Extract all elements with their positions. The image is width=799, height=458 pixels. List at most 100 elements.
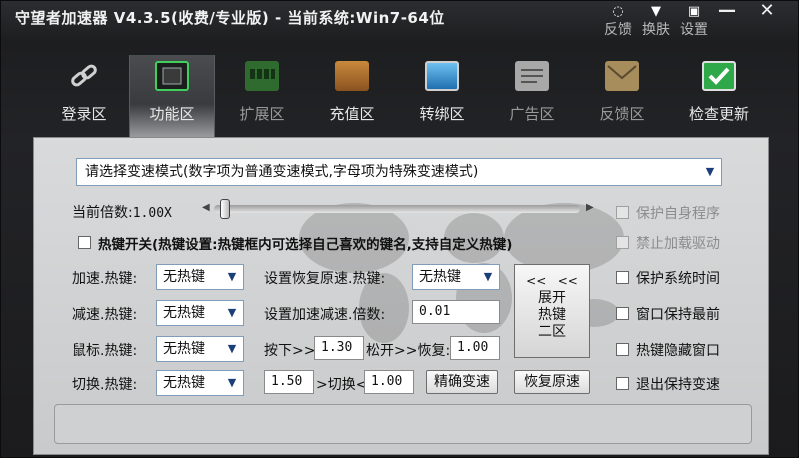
- release-input[interactable]: 1.00: [450, 336, 500, 360]
- memory-icon: [245, 61, 279, 91]
- nav-item-rebind[interactable]: 转绑区: [399, 55, 485, 137]
- expand-label-2: 热键: [538, 307, 566, 323]
- chevron-down-icon: ▼: [227, 376, 237, 389]
- nav-item-recharge[interactable]: 充值区: [309, 55, 395, 137]
- minimize-button[interactable]: —: [711, 1, 743, 23]
- multiplier-label: 当前倍数:1.00X: [72, 202, 172, 222]
- multiplier-value: 1.00X: [132, 206, 172, 221]
- monitor-icon: [425, 61, 459, 91]
- skin-button[interactable]: ▼ 换肤: [637, 3, 675, 41]
- speed-mode-value: 请选择变速模式(数字项为普通变速模式,字母项为特殊变速模式): [85, 164, 479, 180]
- protect-time-label: 保护系统时间: [636, 271, 720, 287]
- multiplier-slider-handle[interactable]: [220, 199, 230, 219]
- restore-hotkey-select[interactable]: 无热键 ▼: [412, 264, 500, 290]
- stay-on-top-label: 窗口保持最前: [636, 307, 720, 323]
- wallet-icon: [335, 61, 369, 91]
- nav-item-login[interactable]: 登录区: [41, 55, 127, 137]
- release-label: 松开>>恢复:: [366, 343, 451, 359]
- step-input[interactable]: 0.01: [412, 300, 500, 324]
- settings-label: 设置: [680, 22, 708, 38]
- window-title: 守望者加速器 V4.3.5(收费/专业版) - 当前系统:Win7-64位: [15, 9, 445, 27]
- link-icon: [67, 61, 101, 91]
- function-panel: 请选择变速模式(数字项为普通变速模式,字母项为特殊变速模式) ▼ 当前倍数:1.…: [33, 137, 769, 455]
- switch-mid-label: >切换<: [316, 377, 368, 393]
- press-input[interactable]: 1.30: [314, 336, 364, 360]
- chat-bubble-icon: ◌: [612, 4, 624, 19]
- step-label: 设置加速减速.倍数:: [264, 307, 386, 323]
- hotkey-switch-label: 热键开关(热键设置:热键框内可选择自己喜欢的键名,支持自定义热键): [98, 237, 513, 253]
- hotkey-mouse-select[interactable]: 无热键 ▼: [156, 336, 244, 362]
- nav-bar: 登录区 功能区 扩展区 充值区 转绑区 广告区 反馈区 检查更新: [41, 55, 781, 137]
- switch-from-input[interactable]: 1.50: [264, 370, 314, 394]
- hotkey-hide-checkbox[interactable]: [616, 343, 629, 356]
- multiplier-label-text: 当前倍数:: [72, 205, 133, 221]
- hotkey-accel-label: 加速.热键:: [72, 271, 138, 287]
- feedback-label: 反馈: [604, 22, 632, 38]
- feedback-button[interactable]: ◌ 反馈: [599, 3, 637, 41]
- stay-on-top-checkbox[interactable]: [616, 307, 629, 320]
- checkmark-icon: [702, 61, 736, 91]
- protect-time-checkbox[interactable]: [616, 271, 629, 284]
- chevron-down-icon: ▼: [483, 270, 493, 283]
- hotkey-mouse-label: 鼠标.热键:: [72, 343, 138, 359]
- multiplier-slider[interactable]: [214, 205, 580, 213]
- shirt-icon: ▼: [651, 4, 661, 19]
- nav-label: 检查更新: [688, 105, 749, 123]
- hotkey-mouse-value: 无热键: [163, 341, 205, 357]
- expand-label-1: 展开: [538, 290, 566, 306]
- hotkey-switch-checkbox[interactable]: [78, 236, 91, 249]
- keep-speed-on-exit-label: 退出保持变速: [636, 377, 720, 393]
- restore-hotkey-label: 设置恢复原速.热键:: [264, 271, 386, 287]
- nav-label: 扩展区: [239, 105, 285, 123]
- chevron-down-icon[interactable]: ▼: [703, 165, 717, 179]
- newspaper-icon: [515, 61, 549, 91]
- restore-speed-button[interactable]: 恢复原速: [514, 370, 590, 394]
- block-driver-checkbox[interactable]: [616, 236, 629, 249]
- chevron-down-icon: ▼: [227, 342, 237, 355]
- precise-speed-button[interactable]: 精确变速: [426, 370, 498, 394]
- slider-left-arrow[interactable]: ◀: [202, 202, 210, 213]
- hotkey-accel-value: 无热键: [163, 269, 205, 285]
- hotkey-decel-select[interactable]: 无热键 ▼: [156, 300, 244, 326]
- press-label: 按下>>: [264, 343, 316, 359]
- hotkey-switch-value: 无热键: [163, 375, 205, 391]
- restore-hotkey-value: 无热键: [419, 269, 461, 285]
- nav-item-ads[interactable]: 广告区: [489, 55, 575, 137]
- nav-label: 反馈区: [599, 105, 645, 123]
- hotkey-decel-value: 无热键: [163, 305, 205, 321]
- expand-hotkey-zone2-button[interactable]: << << 展开 热键 二区: [514, 264, 590, 358]
- nav-item-update[interactable]: 检查更新: [669, 55, 769, 137]
- main-window: 守望者加速器 V4.3.5(收费/专业版) - 当前系统:Win7-64位 ◌ …: [0, 0, 799, 458]
- skin-label: 换肤: [642, 22, 670, 38]
- settings-button[interactable]: ▣ 设置: [675, 3, 713, 41]
- expand-label-3: 二区: [538, 324, 566, 340]
- nav-item-extend[interactable]: 扩展区: [219, 55, 305, 137]
- switch-to-input[interactable]: 1.00: [364, 370, 414, 394]
- keep-speed-on-exit-checkbox[interactable]: [616, 377, 629, 390]
- protect-self-checkbox[interactable]: [616, 206, 629, 219]
- nav-label: 充值区: [329, 105, 375, 123]
- speed-mode-select[interactable]: 请选择变速模式(数字项为普通变速模式,字母项为特殊变速模式) ▼: [76, 158, 722, 186]
- nav-label: 登录区: [61, 105, 107, 123]
- envelope-icon: [605, 61, 639, 91]
- settings-icon: ▣: [687, 4, 701, 19]
- status-box: [54, 404, 752, 444]
- hotkey-switch-select[interactable]: 无热键 ▼: [156, 370, 244, 396]
- nav-label: 广告区: [509, 105, 555, 123]
- chevron-down-icon: ▼: [227, 270, 237, 283]
- hotkey-accel-select[interactable]: 无热键 ▼: [156, 264, 244, 290]
- block-driver-label: 禁止加载驱动: [636, 236, 720, 252]
- nav-label: 功能区: [149, 105, 195, 123]
- nav-label: 转绑区: [419, 105, 465, 123]
- nav-item-function[interactable]: 功能区: [129, 55, 215, 137]
- slider-right-arrow[interactable]: ▶: [586, 202, 594, 213]
- hotkey-decel-label: 减速.热键:: [72, 307, 138, 323]
- chip-icon: [155, 61, 189, 91]
- protect-self-label: 保护自身程序: [636, 206, 720, 222]
- nav-item-feedback[interactable]: 反馈区: [579, 55, 665, 137]
- close-button[interactable]: ✕: [751, 1, 783, 23]
- hotkey-hide-label: 热键隐藏窗口: [636, 343, 720, 359]
- double-chevron-left-icon: << <<: [526, 274, 578, 288]
- chevron-down-icon: ▼: [227, 306, 237, 319]
- hotkey-switch-key-label: 切换.热键:: [72, 377, 138, 393]
